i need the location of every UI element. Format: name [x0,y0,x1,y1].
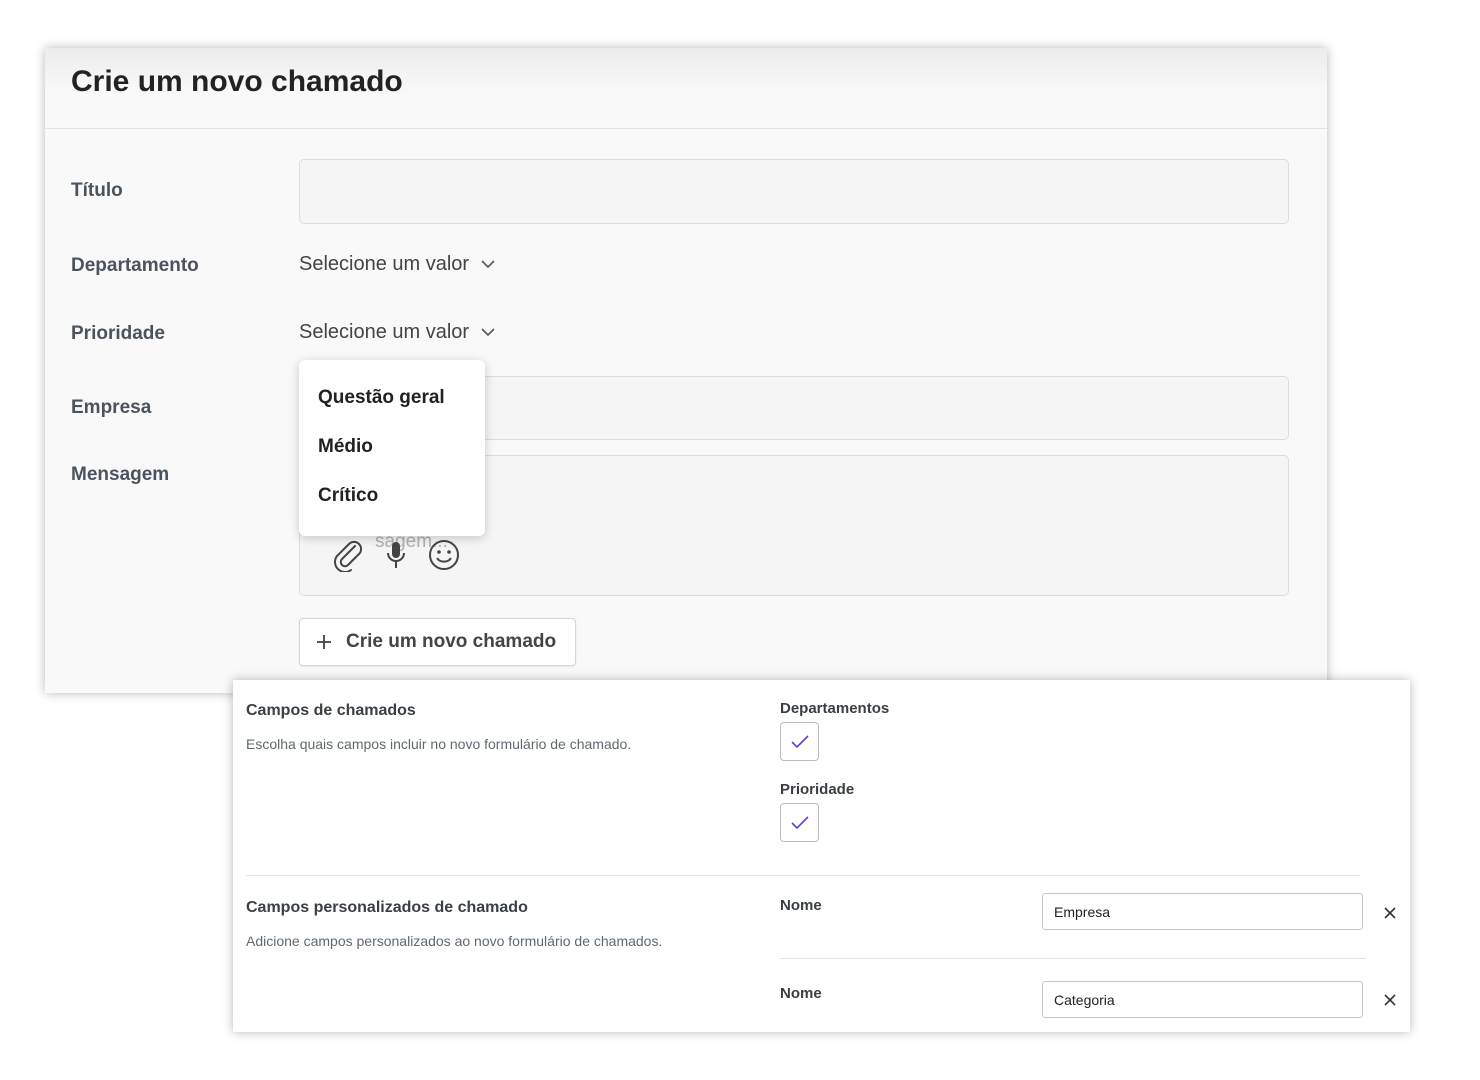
new-ticket-form-card: Crie um novo chamado Título Departamento… [45,48,1327,693]
message-toolbar [331,538,461,577]
custom-fields-title: Campos personalizados de chamado [246,899,528,916]
departamento-label: Departamento [71,255,199,276]
departamento-select-value: Selecione um valor [299,253,470,275]
custom-field-name-label: Nome [780,897,822,914]
create-ticket-button-label: Crie um novo chamado [346,631,557,652]
dropdown-option-questao-geral[interactable]: Questão geral [318,387,445,409]
departamento-select[interactable]: Selecione um valor [299,253,495,276]
custom-field-name-input[interactable]: Categoria [1042,981,1363,1018]
custom-field-name-label: Nome [780,985,822,1002]
chevron-down-icon [481,260,495,269]
check-icon [790,734,809,748]
microphone-icon[interactable] [383,538,409,577]
prioridade-select[interactable]: Selecione um valor [299,321,495,344]
departamentos-label: Departamentos [780,700,890,717]
dropdown-option-critico[interactable]: Crítico [318,485,378,507]
page-title: Crie um novo chamado [71,65,403,98]
custom-fields-description: Adicione campos personalizados ao novo f… [246,933,663,949]
titulo-input[interactable] [299,159,1289,224]
prioridade-label: Prioridade [71,323,165,344]
dropdown-option-medio[interactable]: Médio [318,436,373,458]
custom-field-name-input[interactable]: Empresa [1042,893,1363,930]
section-divider [246,875,1360,876]
prioridade-select-value: Selecione um valor [299,321,470,343]
smiley-icon[interactable] [427,538,461,577]
titulo-label: Título [71,180,123,201]
create-ticket-button[interactable]: Crie um novo chamado [299,618,576,666]
departamentos-checkbox[interactable] [780,722,819,761]
close-icon[interactable] [1383,906,1397,920]
prioridade-checkbox[interactable] [780,803,819,842]
paperclip-icon[interactable] [331,538,365,577]
empresa-label: Empresa [71,397,152,418]
plus-icon [316,634,332,650]
row-divider [780,958,1366,959]
form-header: Crie um novo chamado [45,48,1327,129]
chevron-down-icon [481,328,495,337]
mensagem-label: Mensagem [71,464,170,485]
prioridade-dropdown-menu: Questão geral Médio Crítico [299,360,485,536]
ticket-fields-description: Escolha quais campos incluir no novo for… [246,736,632,752]
close-icon[interactable] [1383,993,1397,1007]
check-icon [790,815,809,829]
prioridade-option-label: Prioridade [780,781,855,798]
ticket-fields-title: Campos de chamados [246,702,416,719]
ticket-settings-card: Campos de chamados Escolha quais campos … [233,680,1410,1032]
